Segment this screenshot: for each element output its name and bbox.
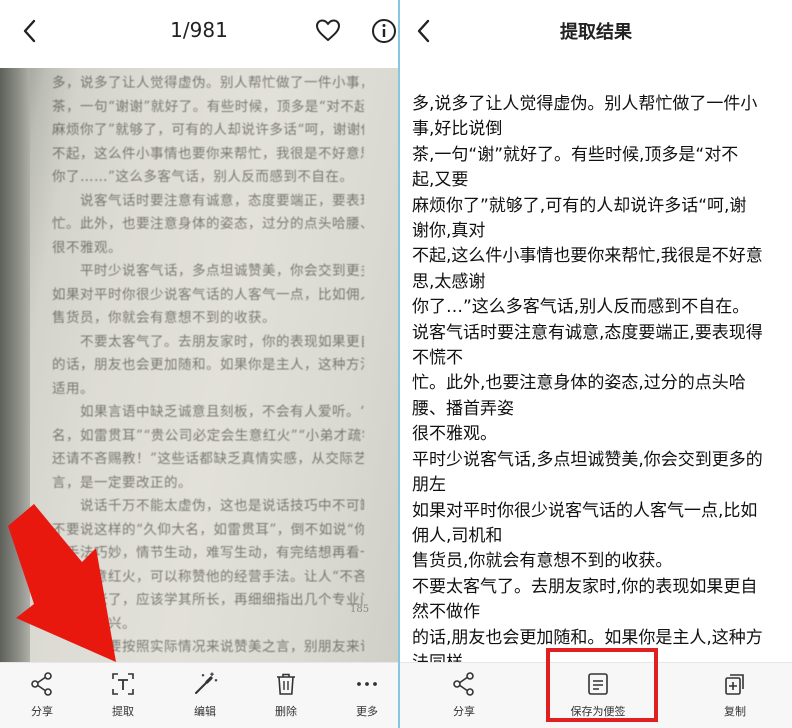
result-text-line: 朋左 [412, 475, 446, 496]
extract-result-pane: 提取结果 多,说多了让人觉得虚伪。别人帮忙做了一件小 事,好比说倒茶,一句“谢”就… [400, 0, 792, 728]
photo-text-line: 售货员，你就会有意想不到的收获。 [52, 310, 276, 326]
photo-text-line: 样太夸张了，应该学其所长，再细细指出几个专业问题，会使 [52, 592, 364, 608]
result-text-line: 你了…”这么多客气话,别人反而感到不自在。 [412, 297, 750, 318]
result-text-line: 不起,这么件小事情也要你来帮忙,我很是不好意 [412, 246, 763, 267]
more-button[interactable]: 更多 [335, 671, 398, 725]
result-text-line: 多,说多了让人觉得虚伪。别人帮忙做了一件小 [412, 94, 758, 114]
copy-icon [725, 674, 744, 695]
extract-button[interactable]: 提取 [91, 671, 155, 725]
result-text-line: 起,又要 [412, 170, 469, 191]
photo-text-line: 茶，一句“谢谢”就好了。有些时候，顶多是“对不起，又要 [52, 98, 364, 115]
copy-button[interactable]: 复制 [703, 671, 767, 725]
viewer-top-bar: 1/981 [0, 0, 398, 62]
viewer-toolbar: 分享 提取 编辑 删除 更多 [0, 662, 398, 728]
result-text-line: 事,好比说倒 [412, 119, 503, 140]
result-top-bar: 提取结果 [400, 0, 792, 62]
photo-text-line: 一定要按照实际情况来说赞美之言，别朋友来访与其随便夸 [79, 639, 364, 655]
note-icon [588, 673, 608, 695]
result-text-line: 平时少说客气话,多点坦诚赞美,你会交到更多的 [412, 449, 763, 470]
save-as-note-label: 保存为便签 [570, 705, 626, 718]
extract-text-icon [112, 673, 134, 695]
photo-text-line: 不要太客气了。去朋友家时，你的表现如果更自然不做作 [79, 333, 364, 350]
photo-text-line: 麻烦你了”就够了，可有的人却说许多话“呵，谢谢你，真对 [52, 122, 364, 138]
photo-text-line: 名，如雷贯耳”“贵公司必定会生意红火”“小弟才疏学浅， [52, 427, 364, 444]
favorite-button[interactable] [314, 16, 342, 44]
extracted-text[interactable]: 多,说多了让人觉得虚伪。别人帮忙做了一件小 事,好比说倒茶,一句“谢”就好了。有些… [412, 92, 784, 676]
photo-text-line: 说话千万不能太虚伪，这也是说话技巧中不可缺少的。与其 [79, 498, 364, 514]
photo-text-line: 很不雅观。 [52, 239, 122, 256]
delete-button[interactable]: 删除 [254, 671, 318, 725]
heart-outline-icon [316, 19, 340, 41]
photo-text-line: 说客气话时要注意有诚意，态度要端正，要表现得不慌不 [79, 192, 364, 209]
share-label: 分享 [31, 705, 53, 718]
photo-text-line: 适用。 [52, 380, 94, 397]
result-text-line: 谢你,真对 [412, 221, 486, 242]
result-text-line: 如果对平时你很少说客气话的人客气一点,比如 [412, 500, 758, 521]
result-title: 提取结果 [560, 22, 632, 43]
photo-text-line: 不起，这么件小事情也要你来帮忙，我很是不好意思，太感谢 [52, 145, 364, 162]
info-circle-icon [372, 19, 396, 43]
result-text-line: 思,太感谢 [412, 271, 486, 292]
result-text-line: 忙。此外,也要注意身体的姿态,过分的点头哈 [412, 373, 746, 394]
result-text-line: 麻烦你了”就够了,可有的人却说许多话“呵,谢 [412, 195, 747, 216]
result-text-line: 然不做作 [412, 602, 480, 623]
share-icon [31, 672, 52, 696]
photo-text-line: 不要说这样的“久仰大名，如雷贯耳”，倒不如说“你小说的叙 [52, 521, 364, 538]
photo-text-line: 的话，朋友也会更加随和。如果你是主人，这种方法同样 [52, 357, 364, 373]
copy-label: 复制 [724, 705, 746, 718]
photo-text-line: 你了……”这么多客气话，别人反而感到不自在。 [52, 169, 354, 185]
photo-text-line: 还请不吝赐教！”这些话都缺乏真情实感，从交际艺术的层面而 [52, 451, 364, 467]
share-icon [453, 672, 474, 696]
result-toolbar: 分享 保存为便签 复制 [400, 662, 792, 728]
photo-text-line: 述手法巧妙，情节生动，难写生动，有完结想再看一遍”等话。假如恭维 [52, 545, 364, 561]
save-as-note-button[interactable]: 保存为便签 [558, 671, 638, 725]
photo-text-line: 忙。此外，也要注意身体的姿态，过分的点头哈腰、播首弄姿 [52, 216, 364, 232]
result-text-line: 的话,朋友也会更加随和。如果你是主人,这种方 [412, 627, 763, 648]
more-dots-icon [357, 682, 377, 686]
photo-text-line: 如果对平时你很少说客气话的人客气一点，比如佣人，司机和 [52, 286, 364, 303]
photo-text-line: 他人生意红火，可以称赞他的经营手法。让人“不吝赐教”这 [52, 568, 364, 585]
info-button[interactable] [370, 17, 398, 45]
result-text-line: 不要太客气了。去朋友家时,你的表现如果更自 [412, 576, 758, 597]
edit-label: 编辑 [194, 705, 216, 718]
delete-label: 删除 [275, 705, 297, 718]
book-page-photo: 多，说多了让人觉得虚伪。别人帮忙做了一件小事，好比说倒茶，一句“谢谢”就好了。有… [0, 68, 398, 662]
result-text-line: 售货员,你就会有意想不到的收获。 [412, 551, 673, 572]
photo-text-line: 平时少说客气话，多点坦诚赞美，你会交到更多的朋友。 [79, 263, 364, 279]
photo-text-line: 对方更高兴。 [52, 615, 136, 632]
result-text-line: 说客气话时要注意有诚意,态度要端正,要表现得 [412, 322, 763, 343]
more-label: 更多 [356, 705, 378, 718]
trash-icon [277, 673, 295, 695]
result-text-line: 不慌不 [412, 348, 463, 369]
extract-label: 提取 [112, 705, 134, 718]
result-text-line: 佣人,司机和 [412, 525, 503, 546]
result-text-line: 茶,一句“谢”就好了。有些时候,顶多是“对不 [412, 144, 739, 165]
photo-page-number: 185 [350, 604, 370, 615]
edit-button[interactable]: 编辑 [173, 671, 237, 725]
book-spine [0, 68, 30, 662]
magic-wand-icon [195, 672, 218, 694]
photo-text-line: 如果言语中缺乏诚意且刻板，不会有人爱听。“久仰大 [79, 404, 364, 420]
photo-text-line: 多，说多了让人觉得虚伪。别人帮忙做了一件小事，好比说倒 [52, 75, 364, 91]
share-button[interactable]: 分享 [10, 671, 74, 725]
result-share-label: 分享 [453, 705, 475, 718]
result-share-button[interactable]: 分享 [432, 671, 496, 725]
image-viewer-pane: 1/981 多，说多了让人觉得虚伪。别人帮忙做了一件小事，好比说倒茶，一句“谢谢… [0, 0, 398, 728]
photo-text-line: 言，是一定要改正的。 [52, 474, 192, 491]
result-text-line: 腰、播首弄姿 [412, 398, 514, 419]
photo-page-text: 多，说多了让人觉得虚伪。别人帮忙做了一件小事，好比说倒茶，一句“谢谢”就好了。有… [52, 72, 364, 660]
result-text-line: 很不雅观。 [412, 424, 497, 445]
